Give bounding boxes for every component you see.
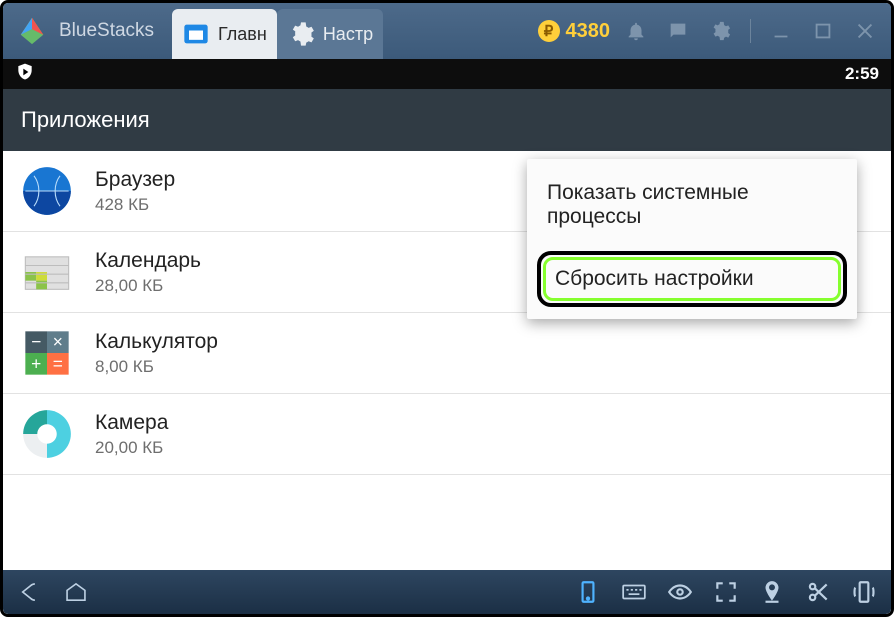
brand-label: BlueStacks: [59, 20, 154, 42]
app-name: Калькулятор: [95, 330, 218, 354]
calendar-app-icon: [21, 246, 73, 298]
rotate-icon[interactable]: [575, 579, 601, 605]
camera-app-icon: [21, 408, 73, 460]
app-name: Календарь: [95, 249, 201, 273]
app-size: 8,00 КБ: [95, 357, 218, 377]
toolbar-title: Приложения: [21, 107, 150, 133]
divider: [750, 19, 751, 43]
tab-home[interactable]: Главн: [172, 9, 277, 59]
play-protect-icon: [15, 62, 35, 87]
menu-reset-settings[interactable]: Сбросить настройки: [537, 251, 847, 307]
back-button[interactable]: [17, 579, 43, 605]
keyboard-icon[interactable]: [621, 579, 647, 605]
svg-text:+: +: [31, 353, 41, 373]
coin-counter[interactable]: ₽ 4380: [538, 20, 611, 43]
app-row-calculator[interactable]: −× + = Калькулятор 8,00 КБ: [3, 313, 891, 394]
minimize-icon[interactable]: [769, 19, 793, 43]
tab-settings[interactable]: Настр: [277, 9, 383, 59]
bluestacks-logo-icon: [17, 16, 47, 46]
calculator-app-icon: −× + =: [21, 327, 73, 379]
svg-text:−: −: [31, 332, 41, 352]
fullscreen-icon[interactable]: [713, 579, 739, 605]
chat-icon[interactable]: [666, 19, 690, 43]
app-name: Браузер: [95, 168, 175, 192]
tab-strip: Главн Настр: [172, 3, 383, 59]
android-status-bar: 2:59: [3, 59, 891, 89]
svg-text:×: ×: [53, 332, 63, 352]
tab-home-label: Главн: [218, 24, 267, 45]
browser-app-icon: [21, 165, 73, 217]
home-icon: [182, 20, 210, 48]
tab-settings-label: Настр: [323, 24, 373, 45]
app-size: 28,00 КБ: [95, 276, 201, 296]
app-size: 20,00 КБ: [95, 438, 168, 458]
maximize-icon[interactable]: [811, 19, 835, 43]
shake-icon[interactable]: [851, 579, 877, 605]
home-button[interactable]: [63, 579, 89, 605]
svg-text:=: =: [53, 353, 63, 373]
app-row-camera[interactable]: Камера 20,00 КБ: [3, 394, 891, 475]
location-icon[interactable]: [759, 579, 785, 605]
menu-show-system-processes[interactable]: Показать системные процессы: [527, 165, 857, 245]
titlebar-actions: [624, 19, 877, 43]
app-size: 428 КБ: [95, 195, 175, 215]
coin-icon: ₽: [538, 20, 560, 42]
content-area: 2:59 Приложения Браузер 428 КБ Календ: [3, 59, 891, 614]
eye-icon[interactable]: [667, 579, 693, 605]
bell-icon[interactable]: [624, 19, 648, 43]
gear-icon: [287, 20, 315, 48]
app-name: Камера: [95, 411, 168, 435]
bluestacks-window: BlueStacks Главн Настр ₽ 4380: [0, 0, 894, 617]
android-nav-bar: [3, 570, 891, 614]
overflow-menu: Показать системные процессы Сбросить нас…: [527, 159, 857, 319]
scissors-icon[interactable]: [805, 579, 831, 605]
close-icon[interactable]: [853, 19, 877, 43]
title-bar: BlueStacks Главн Настр ₽ 4380: [3, 3, 891, 59]
clock-label: 2:59: [845, 64, 879, 84]
coin-value: 4380: [566, 20, 611, 43]
android-toolbar: Приложения: [3, 89, 891, 151]
settings-gear-icon[interactable]: [708, 19, 732, 43]
